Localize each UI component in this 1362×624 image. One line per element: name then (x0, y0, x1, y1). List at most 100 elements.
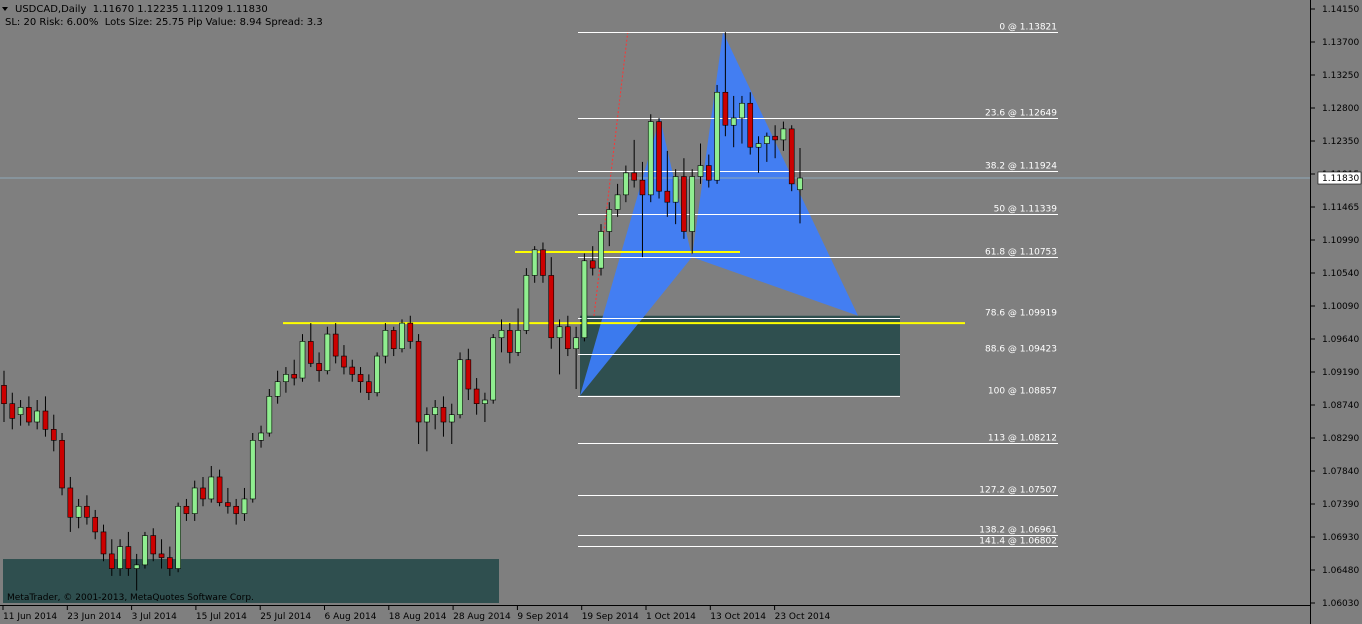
bear-candle (150, 535, 157, 555)
bull-candle (457, 359, 463, 415)
bull-candle (498, 330, 505, 339)
bull-candle (274, 381, 281, 397)
bull-candle (258, 432, 264, 441)
bear-candle (108, 553, 115, 569)
bull-candle (556, 326, 563, 339)
price-tick-label: 1.09190 (1322, 368, 1359, 378)
bear-candle (506, 330, 513, 353)
bear-candle (473, 388, 480, 404)
bull-candle (17, 407, 24, 415)
bear-candle (415, 341, 422, 423)
bear-candle (84, 505, 90, 518)
price-tick-label: 1.12350 (1322, 137, 1359, 147)
bear-candle (366, 381, 372, 393)
fib-level-label: 78.6 @ 1.09919 (985, 309, 1057, 319)
bear-candle (705, 165, 712, 181)
bear-candle (788, 128, 795, 185)
price-chart[interactable]: 0 @ 1.13821 23.6 @ 1.12649 38.2 @ 1.11924 5… (0, 0, 1362, 624)
bull-candle (283, 374, 289, 383)
bear-candle (631, 172, 637, 181)
time-tick-label: 3 Jul 2014 (132, 612, 177, 622)
fib-level-label: 0 @ 1.13821 (999, 23, 1057, 33)
bear-candle (92, 516, 99, 533)
bear-candle (42, 410, 49, 430)
price-tick-label: 1.08740 (1322, 401, 1359, 411)
bull-candle (133, 564, 140, 569)
symbol-header: USDCAD,Daily 1.11670 1.12235 1.11209 1.1… (15, 4, 268, 15)
bear-candle (316, 363, 322, 372)
bull-candle (755, 143, 762, 148)
time-tick-label: 6 Aug 2014 (325, 612, 377, 622)
fib-level-label: 127.2 @ 1.07507 (979, 486, 1057, 496)
time-tick-label: 19 Sep 2014 (582, 612, 639, 622)
bear-candle (681, 176, 687, 232)
bear-candle (589, 260, 596, 269)
price-tick-label: 1.10090 (1322, 302, 1359, 312)
bear-candle (548, 275, 555, 339)
bear-candle (233, 505, 239, 514)
current-price-label: 1.11830 (1322, 174, 1359, 184)
fib-level-label: 23.6 @ 1.12649 (985, 109, 1057, 119)
time-tick-label: 1 Oct 2014 (646, 612, 696, 622)
bull-candle (764, 135, 770, 144)
price-tick-label: 1.14150 (1322, 5, 1359, 15)
fib-level-label: 61.8 @ 1.10753 (985, 248, 1057, 258)
price-tick-label: 1.07390 (1322, 500, 1359, 510)
bull-candle (448, 414, 455, 423)
bear-candle (100, 531, 107, 555)
bear-candle (747, 102, 754, 148)
bear-candle (565, 326, 571, 350)
bull-candle (523, 275, 530, 331)
fib-level-label: 38.2 @ 1.11924 (985, 162, 1057, 172)
time-tick-label: 11 Jun 2014 (3, 612, 57, 622)
bear-candle (26, 407, 32, 423)
bear-candle (357, 374, 364, 383)
chart-window[interactable]: 0 @ 1.13821 23.6 @ 1.12649 38.2 @ 1.11924 5… (0, 0, 1362, 624)
bull-candle (606, 209, 613, 232)
bull-candle (730, 117, 737, 126)
bull-candle (324, 333, 331, 372)
bear-candle (183, 505, 190, 514)
bear-candle (639, 179, 646, 196)
bear-candle (656, 121, 662, 192)
fib-level-label: 138.2 @ 1.06961 (979, 526, 1057, 536)
bull-candle (34, 410, 40, 423)
price-tick-label: 1.12800 (1322, 104, 1359, 114)
price-tick-label: 1.11465 (1322, 203, 1359, 213)
bear-candle (125, 546, 132, 569)
bear-candle (440, 407, 447, 423)
bull-candle (241, 498, 248, 514)
bear-candle (291, 374, 298, 379)
copyright-text: MetaTrader, © 2001-2013, MetaQuotes Soft… (7, 593, 254, 603)
bear-candle (465, 359, 472, 390)
bull-candle (531, 249, 538, 276)
bear-candle (50, 429, 57, 441)
bull-candle (581, 260, 588, 339)
bull-candle (374, 355, 380, 393)
bull-candle (780, 128, 787, 141)
time-tick-label: 9 Sep 2014 (517, 612, 569, 622)
bear-candle (59, 440, 65, 489)
bear-candle (722, 91, 729, 126)
bull-candle (175, 505, 181, 569)
time-tick-label: 18 Aug 2014 (389, 612, 447, 622)
price-tick-label: 1.09640 (1322, 335, 1359, 345)
bear-candle (67, 487, 74, 518)
time-tick-label: 28 Aug 2014 (453, 612, 511, 622)
chart-background (0, 0, 1362, 624)
bear-candle (341, 355, 347, 368)
fib-level-label: 141.4 @ 1.06802 (979, 537, 1057, 547)
bull-candle (382, 330, 389, 357)
bull-candle (208, 476, 215, 500)
time-tick-label: 25 Jul 2014 (260, 612, 311, 622)
bull-candle (299, 341, 306, 379)
bull-candle (142, 535, 148, 566)
price-tick-label: 1.06930 (1322, 533, 1359, 543)
time-tick-label: 23 Oct 2014 (775, 612, 831, 622)
fib-level-label: 113 @ 1.08212 (988, 434, 1057, 444)
bear-candle (540, 249, 546, 276)
bear-candle (225, 502, 231, 507)
time-tick-label: 23 Jun 2014 (67, 612, 121, 622)
risk-info: SL: 20 Risk: 6.00% Lots Size: 25.75 Pip … (5, 17, 323, 28)
bull-candle (573, 337, 579, 350)
